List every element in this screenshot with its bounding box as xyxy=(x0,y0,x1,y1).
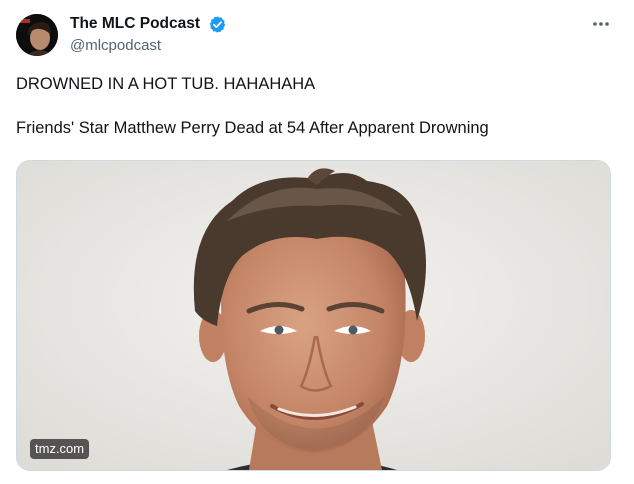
avatar[interactable] xyxy=(16,14,58,56)
tweet-text: DROWNED IN A HOT TUB. HAHAHAHA Friends' … xyxy=(16,75,489,137)
media-image xyxy=(17,161,610,470)
tweet: The MLC Podcast @mlcpodcast DROWNED IN A… xyxy=(0,0,634,484)
handle[interactable]: @mlcpodcast xyxy=(70,36,227,56)
verified-badge-icon xyxy=(208,15,227,34)
author-info: The MLC Podcast @mlcpodcast xyxy=(70,14,227,56)
display-name[interactable]: The MLC Podcast xyxy=(70,14,200,34)
avatar-image xyxy=(16,14,58,56)
more-horizontal-icon[interactable] xyxy=(590,14,612,34)
source-label: tmz.com xyxy=(30,439,90,459)
media-card[interactable]: tmz.com xyxy=(16,160,611,471)
